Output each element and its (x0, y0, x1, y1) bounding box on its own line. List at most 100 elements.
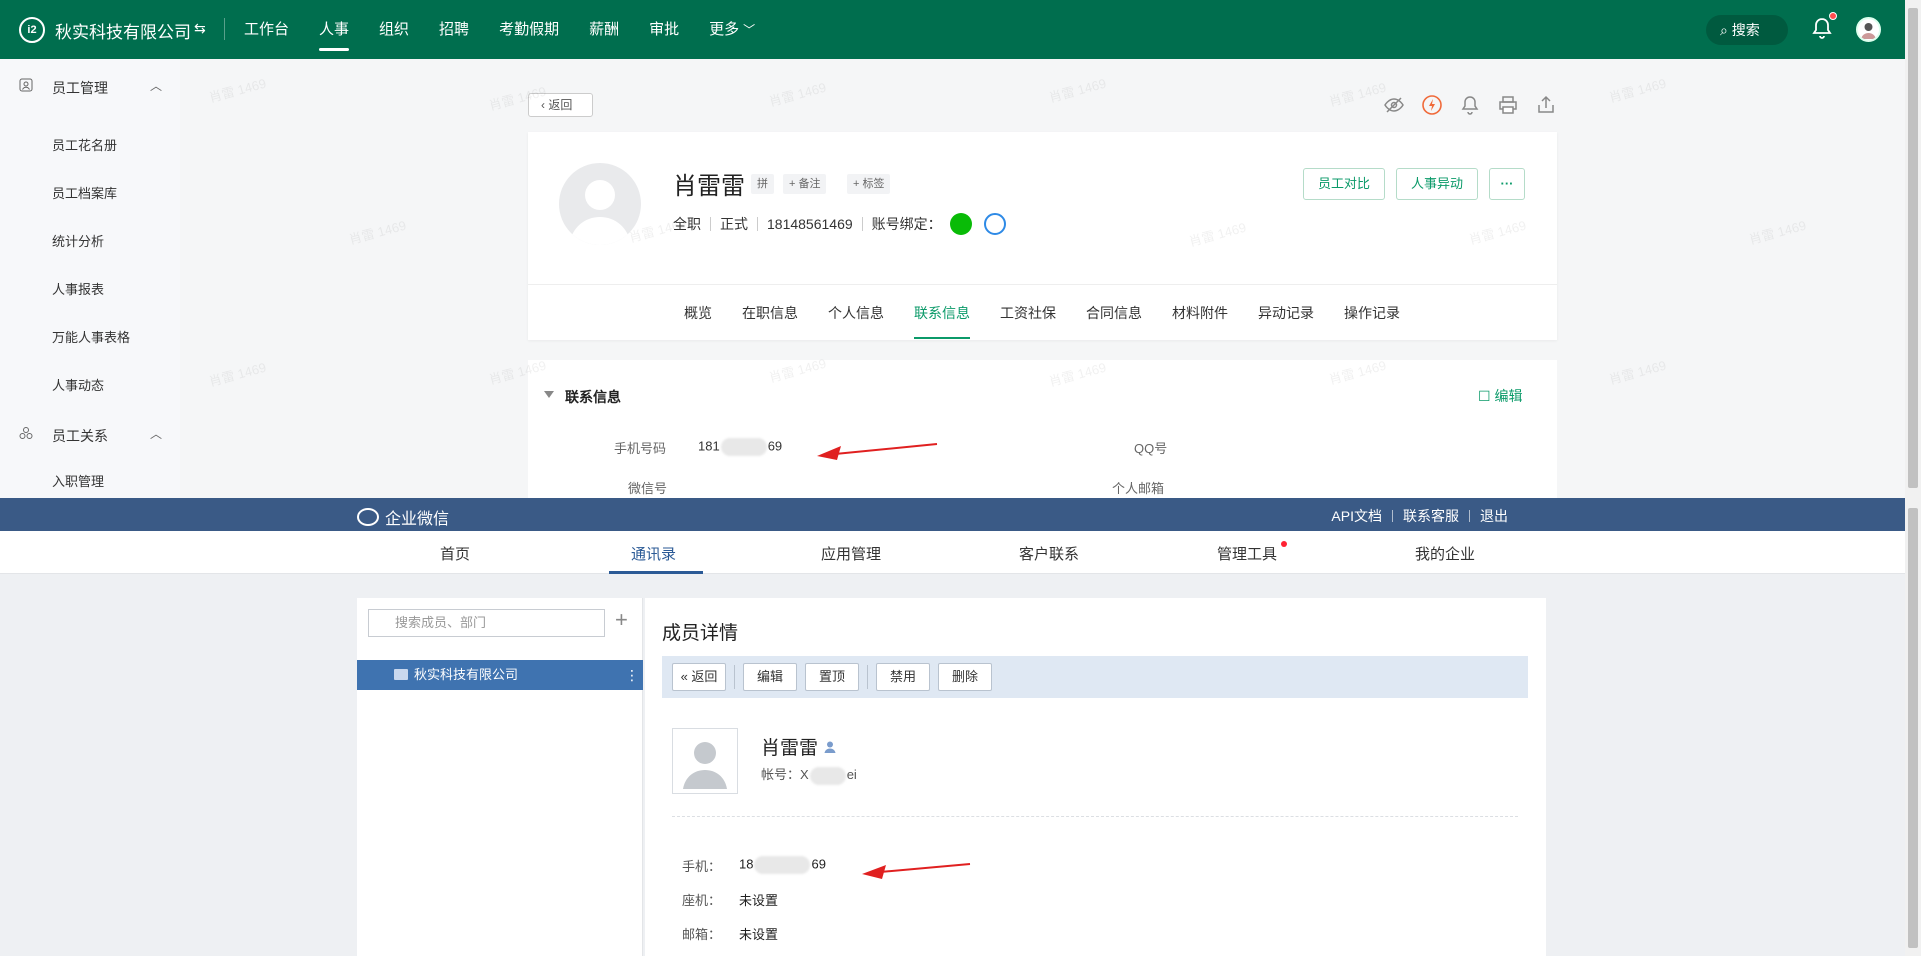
member-name: 肖雷雷 (761, 733, 837, 760)
pinyin-tag[interactable]: 拼 (751, 174, 774, 194)
wecom-brand[interactable]: 企业微信 (357, 505, 449, 529)
account-suffix: ei (846, 767, 857, 782)
add-label-tag[interactable]: + 标签 (847, 174, 891, 194)
back-button[interactable]: ‹ 返回 (528, 93, 593, 117)
sidebar-item-roster[interactable]: 员工花名册 (52, 135, 117, 154)
back-button[interactable]: « 返回 (672, 663, 726, 691)
tab-salary-insurance[interactable]: 工资社保 (1000, 303, 1056, 323)
search-label: 搜索 (1731, 22, 1760, 38)
topbar-divider (224, 18, 225, 40)
edit-contact-button[interactable]: ☐ 编辑 (1478, 386, 1522, 406)
section-title: 联系信息 (565, 389, 621, 405)
user-card-icon (19, 78, 33, 92)
sidebar-item-reports[interactable]: 人事报表 (52, 279, 104, 298)
more-vertical-icon[interactable]: ⋮ (625, 660, 639, 690)
nav-more[interactable]: 更多 ﹀ (709, 0, 755, 59)
member-search-input[interactable]: 搜索成员、部门 (368, 609, 605, 637)
disable-button[interactable]: 禁用 (876, 663, 930, 691)
nav-attendance[interactable]: 考勤假期 (499, 0, 559, 59)
profile-tabs: 概览 在职信息 个人信息 联系信息 工资社保 合同信息 材料附件 异动记录 操作… (528, 284, 1557, 340)
red-arrow-annotation (862, 863, 971, 879)
wx-nav-my-company[interactable]: 我的企业 (1415, 543, 1475, 564)
user-avatar[interactable] (1856, 17, 1881, 42)
sidebar-item-universal-table[interactable]: 万能人事表格 (52, 327, 130, 346)
pin-button[interactable]: 置顶 (805, 663, 859, 691)
wx-nav-contacts[interactable]: 通讯录 (631, 543, 676, 564)
nav-recruit[interactable]: 招聘 (439, 0, 469, 59)
api-docs-link[interactable]: API文档 (1331, 506, 1382, 526)
account-binding-label: 账号绑定： (871, 216, 942, 232)
hr-app: i2 秋实科技有限公司 ⇆ 工作台 人事 组织 招聘 考勤假期 薪酬 审批 更多… (0, 0, 1905, 498)
eye-off-icon[interactable] (1382, 93, 1406, 117)
tab-overview[interactable]: 概览 (684, 303, 712, 323)
qq-label: QQ号 (1134, 441, 1168, 456)
account-prefix: X (800, 767, 809, 782)
employee-meta: 全职 正式 18148561469 账号绑定： (673, 213, 1006, 235)
meta-divider (710, 217, 711, 231)
link-divider (1392, 510, 1393, 522)
dept-item-root[interactable]: 秋实科技有限公司 ⋮ (357, 660, 643, 690)
wx-nav-tools[interactable]: 管理工具 (1217, 543, 1277, 564)
member-toolbar: « 返回 编辑 置顶 禁用 删除 (662, 656, 1528, 698)
wecom-scrollbar-thumb[interactable] (1908, 508, 1918, 948)
tab-job-info[interactable]: 在职信息 (742, 303, 798, 323)
toolbar-divider (867, 665, 868, 689)
nav-org[interactable]: 组织 (379, 0, 409, 59)
tab-personal-info[interactable]: 个人信息 (828, 303, 884, 323)
member-name-text: 肖雷雷 (761, 738, 819, 759)
nav-payroll[interactable]: 薪酬 (589, 0, 619, 59)
toolbar-divider (734, 665, 735, 689)
chevron-down-icon: ﹀ (743, 23, 756, 37)
delete-button[interactable]: 删除 (938, 663, 992, 691)
edit-label: 编辑 (1494, 388, 1523, 404)
nav-workbench[interactable]: 工作台 (244, 0, 289, 59)
member-detail-panel: 成员详情 « 返回 编辑 置顶 禁用 删除 肖雷雷 帐号：X ei 手机： 18 6… (645, 598, 1546, 956)
hr-topbar: i2 秋实科技有限公司 ⇆ 工作台 人事 组织 招聘 考勤假期 薪酬 审批 更多… (0, 0, 1905, 59)
phone-prefix: 181 (698, 438, 720, 454)
tab-operation-records[interactable]: 操作记录 (1344, 303, 1400, 323)
support-link[interactable]: 联系客服 (1403, 506, 1459, 526)
tab-contract-info[interactable]: 合同信息 (1086, 303, 1142, 323)
member-detail-title: 成员详情 (662, 623, 739, 644)
sidebar-group-employee-management[interactable]: 员工管理 ︿ (0, 67, 180, 107)
sidebar-item-hr-dynamics[interactable]: 人事动态 (52, 375, 104, 394)
sidebar-item-archive[interactable]: 员工档案库 (52, 183, 117, 202)
add-icon[interactable]: + (615, 607, 628, 633)
wecom-icon[interactable] (983, 213, 1006, 235)
employee-compare-button[interactable]: 员工对比 (1303, 168, 1385, 200)
watermark: 肖雷 1469 (767, 79, 828, 110)
sidebar-item-statistics[interactable]: 统计分析 (52, 231, 104, 250)
nav-hr[interactable]: 人事 (319, 0, 350, 59)
profile-card: 肖雷雷 拼 + 备注 + 标签 全职 正式 18148561469 账号绑定： … (528, 132, 1557, 340)
wecom-topbar: 企业微信 API文档 联系客服 退出 (0, 498, 1905, 531)
hr-main-nav: 工作台 人事 组织 招聘 考勤假期 薪酬 审批 更多 ﹀ (244, 0, 785, 59)
add-note-tag[interactable]: + 备注 (783, 174, 827, 194)
chevron-up-icon: ︿ (150, 427, 163, 441)
notification-dot (1829, 12, 1837, 20)
collapse-caret-icon[interactable] (544, 391, 554, 398)
company-name[interactable]: 秋实科技有限公司 (55, 18, 191, 43)
logout-link[interactable]: 退出 (1480, 506, 1508, 526)
sidebar-item-onboarding[interactable]: 入职管理 (52, 471, 104, 490)
wx-nav-home[interactable]: 首页 (440, 543, 470, 564)
wx-nav-apps[interactable]: 应用管理 (821, 543, 881, 564)
wecom-logo-icon (357, 508, 379, 526)
hr-scrollbar-thumb[interactable] (1908, 8, 1918, 488)
print-icon[interactable] (1496, 93, 1520, 117)
wechat-icon[interactable] (949, 213, 972, 235)
tab-attachments[interactable]: 材料附件 (1172, 303, 1228, 323)
switch-company-icon[interactable]: ⇆ (194, 20, 206, 37)
reminder-bell-icon[interactable] (1458, 93, 1482, 117)
personal-email-label: 个人邮箱 (1112, 481, 1165, 496)
wx-nav-customers[interactable]: 客户联系 (1019, 543, 1079, 564)
hr-change-button[interactable]: 人事异动 (1396, 168, 1478, 200)
sidebar-group-employee-relations[interactable]: 员工关系 ︿ (0, 415, 180, 455)
tab-change-records[interactable]: 异动记录 (1258, 303, 1314, 323)
global-search[interactable]: ⌕ 搜索 (1706, 15, 1788, 45)
nav-approval[interactable]: 审批 (649, 0, 679, 59)
share-icon[interactable] (1534, 93, 1558, 117)
flash-icon[interactable] (1420, 93, 1444, 117)
more-actions-button[interactable]: ··· (1489, 168, 1525, 200)
edit-button[interactable]: 编辑 (743, 663, 797, 691)
tab-contact-info[interactable]: 联系信息 (914, 303, 970, 339)
